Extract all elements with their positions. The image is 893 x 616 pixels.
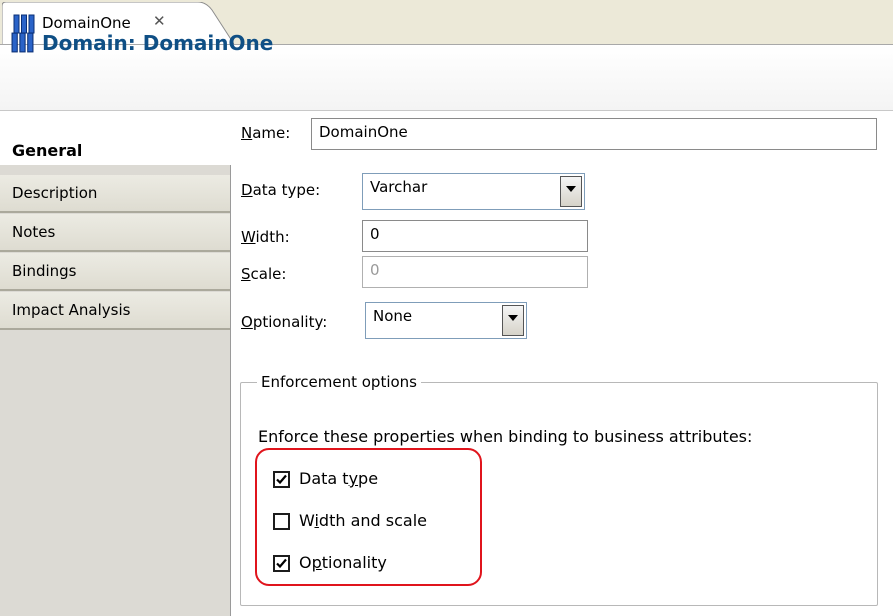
tab-notes-label: Notes [12, 223, 56, 241]
optionality-checkbox-label: Optionality [299, 553, 387, 572]
enforcement-description: Enforce these properties when binding to… [258, 427, 753, 446]
tab-impact-analysis[interactable]: Impact Analysis [0, 292, 230, 330]
tab-general[interactable]: General [0, 111, 231, 165]
enforcement-options-legend: Enforcement options [257, 373, 421, 391]
optionality-value: None [373, 307, 413, 325]
name-label: Name: [241, 124, 291, 142]
optionality-checkbox[interactable] [273, 555, 290, 572]
optionality-label: Optionality: [241, 313, 328, 331]
tab-description-label: Description [12, 184, 98, 202]
tab-description[interactable]: Description [0, 175, 230, 213]
scale-label: Scale: [241, 265, 287, 283]
tab-impact-analysis-label: Impact Analysis [12, 301, 131, 319]
width-label: Width: [241, 228, 290, 246]
width-field[interactable]: 0 [362, 220, 588, 252]
page-title: Domain: DomainOne [42, 31, 274, 55]
width-and-scale-checkbox-label: Width and scale [299, 511, 427, 530]
data-type-select[interactable]: Varchar [362, 173, 585, 210]
optionality-select[interactable]: None [365, 302, 527, 339]
data-type-checkbox[interactable] [273, 471, 290, 488]
name-field[interactable]: DomainOne [311, 118, 877, 150]
domain-columns-icon [11, 31, 34, 54]
data-type-checkbox-label: Data type [299, 469, 379, 488]
data-type-value: Varchar [370, 178, 428, 196]
tab-general-label: General [12, 141, 83, 160]
close-icon[interactable]: ✕ [153, 12, 166, 30]
tab-bindings[interactable]: Bindings [0, 253, 230, 291]
sidebar: General Description Notes Bindings Impac… [0, 111, 231, 616]
chevron-down-icon[interactable] [560, 176, 582, 207]
editor-tab-label: DomainOne [42, 14, 131, 32]
width-and-scale-checkbox[interactable] [273, 513, 290, 530]
scale-field[interactable]: 0 [362, 256, 588, 288]
data-type-label: Data type: [241, 181, 321, 199]
chevron-down-icon[interactable] [502, 305, 524, 336]
tab-notes[interactable]: Notes [0, 214, 230, 252]
tab-bindings-label: Bindings [12, 262, 77, 280]
